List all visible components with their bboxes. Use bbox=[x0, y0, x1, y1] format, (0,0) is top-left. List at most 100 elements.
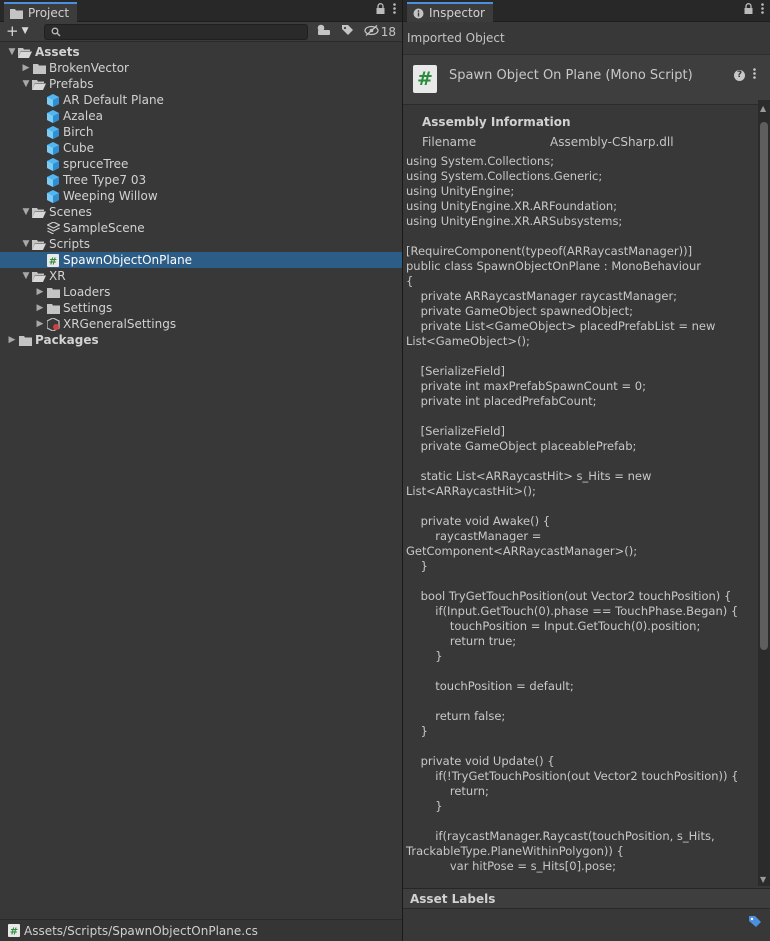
assembly-information: Assembly Information Filename Assembly-C… bbox=[403, 105, 770, 155]
tree-item[interactable]: SampleScene bbox=[0, 220, 402, 236]
more-options-icon[interactable] bbox=[393, 3, 396, 17]
search-by-type-icon[interactable] bbox=[317, 24, 331, 39]
scroll-up-icon[interactable]: ▲ bbox=[760, 104, 766, 113]
collapse-arrow-icon[interactable]: ▶ bbox=[6, 335, 18, 345]
svg-text:#: # bbox=[49, 256, 57, 267]
tab-project-label: Project bbox=[28, 6, 70, 20]
create-asset-button[interactable]: + ▼ bbox=[6, 23, 29, 40]
hidden-packages-toggle[interactable]: 18 bbox=[364, 25, 396, 39]
prefab-icon bbox=[46, 93, 60, 107]
imported-object-header: Imported Object bbox=[403, 22, 770, 55]
tree-item[interactable]: Tree Type7 03 bbox=[0, 172, 402, 188]
tree-item[interactable]: AR Default Plane bbox=[0, 92, 402, 108]
hidden-count: 18 bbox=[380, 24, 396, 39]
tree-item-label: Settings bbox=[63, 301, 113, 315]
collapse-arrow-icon[interactable]: ▶ bbox=[34, 287, 46, 297]
script-icon: # bbox=[8, 924, 20, 937]
imported-object-label: Imported Object bbox=[407, 31, 505, 45]
tree-item[interactable]: ▶ BrokenVector bbox=[0, 60, 402, 76]
script-icon: # bbox=[46, 253, 60, 267]
tree-item[interactable]: ▼ Assets bbox=[0, 44, 402, 60]
collapse-arrow-icon[interactable]: ▶ bbox=[34, 303, 46, 313]
prefab-icon bbox=[46, 157, 60, 171]
help-icon[interactable]: ? bbox=[734, 69, 745, 81]
script-icon: # bbox=[413, 65, 437, 93]
tree-item[interactable]: ▶ Settings bbox=[0, 300, 402, 316]
expand-arrow-icon[interactable]: ▼ bbox=[6, 47, 18, 57]
folder-open-icon bbox=[32, 205, 46, 219]
tree-item[interactable]: # SpawnObjectOnPlane bbox=[0, 252, 402, 268]
tree-item-label: AR Default Plane bbox=[63, 93, 164, 107]
eye-slash-icon bbox=[364, 24, 379, 39]
collapse-arrow-icon[interactable]: ▶ bbox=[20, 63, 32, 73]
tree-item[interactable]: ▶ Packages bbox=[0, 332, 402, 348]
tree-item[interactable]: Birch bbox=[0, 124, 402, 140]
asset-labels-title: Asset Labels bbox=[410, 891, 496, 906]
search-icon bbox=[51, 26, 61, 40]
inspector-window: Inspector Imported Object # Spawn Object… bbox=[403, 0, 770, 941]
tree-item-label: Scripts bbox=[49, 237, 91, 251]
tree-item-label: SampleScene bbox=[63, 221, 145, 235]
collapse-arrow-icon[interactable]: ▶ bbox=[34, 319, 46, 329]
more-options-icon[interactable] bbox=[753, 68, 756, 82]
tree-item[interactable]: ▼ Scripts bbox=[0, 236, 402, 252]
tree-item[interactable]: Azalea bbox=[0, 108, 402, 124]
tree-item[interactable]: ▼ Scenes bbox=[0, 204, 402, 220]
more-options-icon[interactable] bbox=[761, 3, 764, 17]
prefab-icon bbox=[46, 173, 60, 187]
tree-item-label: Azalea bbox=[63, 109, 103, 123]
prefab-icon bbox=[46, 141, 60, 155]
folder-icon bbox=[10, 8, 23, 19]
folder-open-icon bbox=[32, 77, 46, 91]
scrollbar-thumb[interactable] bbox=[760, 122, 768, 650]
tree-item[interactable]: ▶ XRGeneralSettings bbox=[0, 316, 402, 332]
folder-icon bbox=[18, 333, 32, 347]
tree-item[interactable]: ▶ Loaders bbox=[0, 284, 402, 300]
tree-item-label: Packages bbox=[35, 333, 99, 347]
label-tag-icon[interactable] bbox=[748, 915, 762, 931]
tab-project[interactable]: Project bbox=[4, 2, 78, 22]
lock-icon[interactable] bbox=[744, 3, 753, 17]
filename-label: Filename bbox=[422, 135, 477, 149]
tree-item-label: spruceTree bbox=[63, 157, 129, 171]
tree-item-label: Cube bbox=[63, 141, 94, 155]
expand-arrow-icon[interactable]: ▼ bbox=[20, 271, 32, 281]
scroll-down-icon[interactable]: ▼ bbox=[760, 875, 766, 884]
expand-arrow-icon[interactable]: ▼ bbox=[20, 239, 32, 249]
expand-arrow-icon[interactable]: ▼ bbox=[20, 207, 32, 217]
lock-icon[interactable] bbox=[376, 3, 385, 17]
search-input[interactable] bbox=[44, 24, 308, 40]
folder-open-icon bbox=[18, 45, 32, 59]
svg-text:#: # bbox=[10, 927, 18, 938]
scene-icon bbox=[46, 221, 60, 235]
tree-item-label: SpawnObjectOnPlane bbox=[63, 253, 193, 267]
asset-labels-header[interactable]: Asset Labels bbox=[403, 888, 770, 909]
expand-arrow-icon[interactable]: ▼ bbox=[20, 79, 32, 89]
tree-item[interactable]: ▼ Prefabs bbox=[0, 76, 402, 92]
filename-value: Assembly-CSharp.dll bbox=[550, 135, 674, 149]
tab-inspector[interactable]: Inspector bbox=[407, 2, 493, 22]
tree-item[interactable]: Cube bbox=[0, 140, 402, 156]
xr-settings-icon bbox=[46, 317, 60, 331]
script-preview: using System.Collections; using System.C… bbox=[403, 153, 758, 884]
tree-item[interactable]: Weeping Willow bbox=[0, 188, 402, 204]
tree-item[interactable]: spruceTree bbox=[0, 156, 402, 172]
chevron-down-icon: ▼ bbox=[21, 26, 29, 36]
asset-title-bar: # Spawn Object On Plane (Mono Script) ? bbox=[403, 55, 770, 105]
prefab-icon bbox=[46, 189, 60, 203]
tree-item-label: Weeping Willow bbox=[63, 189, 158, 203]
assembly-title: Assembly Information bbox=[422, 115, 571, 129]
project-tree: ▼ Assets ▶ BrokenVector ▼ Prefabs AR Default P… bbox=[0, 44, 402, 348]
inspector-scrollbar[interactable]: ▲ ▼ bbox=[758, 100, 770, 886]
tree-item-label: BrokenVector bbox=[49, 61, 129, 75]
tree-item-label: XR bbox=[49, 269, 66, 283]
project-tabbar: Project bbox=[0, 0, 402, 22]
label-filter-icon[interactable] bbox=[341, 24, 354, 39]
tree-item[interactable]: ▼ XR bbox=[0, 268, 402, 284]
folder-icon bbox=[46, 301, 60, 315]
tree-item-label: Tree Type7 03 bbox=[63, 173, 147, 187]
info-icon bbox=[413, 8, 424, 19]
tree-item-label: Prefabs bbox=[49, 77, 94, 91]
plus-icon: + bbox=[6, 22, 19, 40]
tree-item-label: XRGeneralSettings bbox=[63, 317, 177, 331]
